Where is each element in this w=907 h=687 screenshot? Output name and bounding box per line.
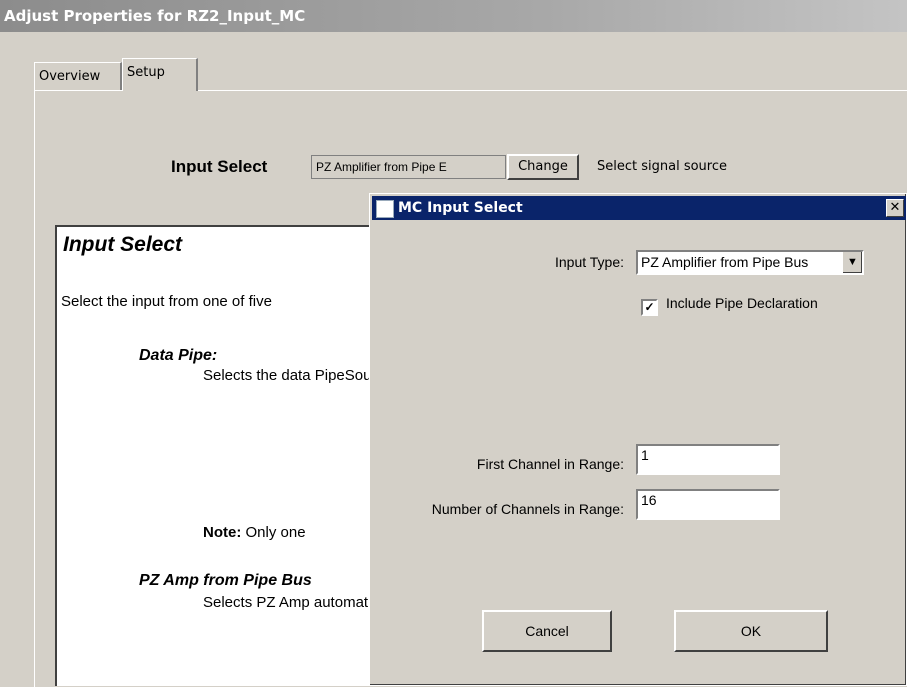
include-pipe-checkbox[interactable]: ✓ — [641, 299, 658, 316]
data-pipe-heading: Data Pipe: — [139, 347, 218, 364]
first-channel-input[interactable]: 1 — [636, 444, 780, 475]
input-select-label: Input Select — [171, 157, 268, 176]
dialog-title-bar[interactable]: MC Input Select ✕ — [372, 196, 906, 220]
include-pipe-label[interactable]: Include Pipe Declaration — [666, 295, 818, 311]
input-type-value: PZ Amplifier from Pipe Bus — [641, 254, 809, 270]
input-type-label: Input Type: — [554, 254, 624, 270]
cancel-button[interactable]: Cancel — [482, 610, 612, 652]
tab-setup[interactable]: Setup — [122, 58, 198, 91]
input-select-help-text: Select signal source — [597, 159, 727, 174]
tab-overview[interactable]: Overview — [34, 62, 122, 90]
change-button[interactable]: Change — [507, 154, 579, 180]
first-channel-label: First Channel in Range: — [476, 456, 624, 472]
close-icon[interactable]: ✕ — [886, 199, 904, 217]
window-icon — [376, 200, 394, 218]
note-text: Only one — [241, 524, 306, 541]
num-channels-label: Number of Channels in Range: — [431, 501, 624, 517]
help-title: Input Select — [63, 233, 183, 256]
input-select-field: PZ Amplifier from Pipe E — [311, 155, 506, 179]
note-line: Note: Only one — [203, 524, 306, 541]
note-label: Note: — [203, 524, 242, 541]
mc-input-select-dialog: MC Input Select ✕ Input Type: PZ Amplifi… — [369, 193, 907, 686]
ok-button[interactable]: OK — [674, 610, 828, 652]
help-intro: Select the input from one of five — [61, 293, 272, 310]
pz-amp-heading: PZ Amp from Pipe Bus — [139, 572, 312, 589]
input-type-select[interactable]: PZ Amplifier from Pipe Bus ▼ — [636, 250, 864, 275]
num-channels-input[interactable]: 16 — [636, 489, 780, 520]
chevron-down-icon[interactable]: ▼ — [842, 252, 862, 273]
help-panel[interactable]: Input Select Select the input from one o… — [55, 225, 415, 686]
window-title: Adjust Properties for RZ2_Input_MC — [0, 0, 907, 32]
dialog-title: MC Input Select — [398, 200, 523, 216]
